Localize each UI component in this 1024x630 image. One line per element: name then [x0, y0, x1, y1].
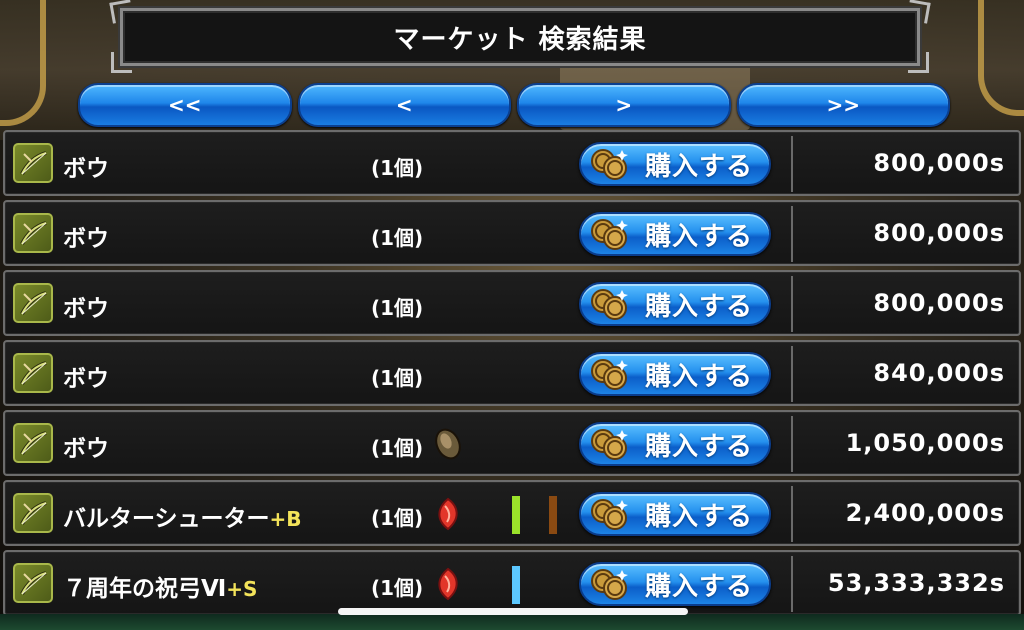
item-price: 800,000s	[873, 149, 1005, 177]
column-divider	[791, 346, 793, 402]
buy-button-label: 購入する	[645, 501, 754, 532]
item-price: 840,000s	[873, 359, 1005, 387]
right-ornament	[978, 0, 1024, 116]
coin-icon	[589, 427, 631, 461]
pagination-bar: << < > >>	[78, 83, 950, 127]
item-name: ７周年の祝弓Ⅵ+S	[63, 569, 257, 603]
buy-button[interactable]: 購入する	[579, 142, 771, 186]
coin-icon	[589, 567, 631, 601]
item-name: ボウ	[63, 429, 109, 463]
coin-icon	[589, 357, 631, 391]
column-divider	[791, 416, 793, 472]
bow-icon	[13, 283, 53, 323]
item-price: 800,000s	[873, 289, 1005, 317]
bow-icon	[13, 423, 53, 463]
item-name: ボウ	[63, 149, 109, 183]
title-bar: マーケット 検索結果	[109, 0, 931, 73]
corner-ornament	[109, 0, 134, 24]
list-item: ボウ (1個) 購入する 840,000s	[3, 340, 1021, 406]
last-page-button[interactable]: >>	[736, 83, 950, 127]
attribute-bar	[549, 496, 557, 534]
buy-button-label: 購入する	[645, 571, 754, 602]
list-item: バルターシューター+B (1個) 購入する 2,400,000s	[3, 480, 1021, 546]
item-quantity: (1個)	[371, 436, 424, 460]
bow-icon	[13, 563, 53, 603]
buy-button-label: 購入する	[645, 431, 754, 462]
column-divider	[791, 486, 793, 542]
list-item: ７周年の祝弓Ⅵ+S (1個) 購入する 53,333,332s	[3, 550, 1021, 614]
page-title: マーケット 検索結果	[393, 24, 647, 55]
bow-icon	[13, 143, 53, 183]
seed-gem-icon	[433, 426, 463, 462]
item-quantity: (1個)	[371, 156, 424, 180]
home-indicator[interactable]	[338, 608, 688, 615]
coin-icon	[589, 287, 631, 321]
red-gem-icon	[433, 566, 463, 602]
next-page-button[interactable]: >	[517, 83, 731, 127]
item-name-text: ボウ	[63, 366, 109, 392]
item-name-text: ボウ	[63, 226, 109, 252]
buy-button[interactable]: 購入する	[579, 212, 771, 256]
corner-ornament	[908, 52, 929, 73]
item-name-text: ボウ	[63, 156, 109, 182]
red-gem-icon	[433, 496, 463, 532]
item-name-text: ボウ	[63, 436, 109, 462]
coin-icon	[589, 147, 631, 181]
item-grade: +S	[226, 577, 258, 601]
bow-icon	[13, 493, 53, 533]
item-name-text: ７周年の祝弓Ⅵ	[63, 576, 227, 602]
corner-ornament	[906, 0, 931, 24]
coin-icon	[589, 217, 631, 251]
item-quantity: (1個)	[371, 226, 424, 250]
list-item: ボウ (1個) 購入する 1,050,000s	[3, 410, 1021, 476]
list-item: ボウ (1個) 購入する 800,000s	[3, 270, 1021, 336]
buy-button[interactable]: 購入する	[579, 352, 771, 396]
item-name: ボウ	[63, 219, 109, 253]
buy-button[interactable]: 購入する	[579, 492, 771, 536]
column-divider	[791, 276, 793, 332]
item-quantity: (1個)	[371, 296, 424, 320]
prev-page-button[interactable]: <	[297, 83, 511, 127]
item-price: 2,400,000s	[845, 499, 1005, 527]
buy-button-label: 購入する	[645, 221, 754, 252]
item-price: 53,333,332s	[827, 569, 1005, 597]
result-list: ボウ (1個) 購入する 800,000s ボウ (1個) 購入する 800,000s ボウ (1…	[3, 130, 1021, 614]
item-quantity: (1個)	[371, 366, 424, 390]
item-quantity: (1個)	[371, 576, 424, 600]
buy-button-label: 購入する	[645, 151, 754, 182]
item-name: バルターシューター+B	[63, 499, 302, 533]
item-price: 1,050,000s	[845, 429, 1005, 457]
first-page-button[interactable]: <<	[78, 83, 292, 127]
bottom-strip	[0, 614, 1024, 630]
item-name: ボウ	[63, 289, 109, 323]
column-divider	[791, 556, 793, 612]
coin-icon	[589, 497, 631, 531]
item-grade: +B	[269, 507, 302, 531]
item-name-text: ボウ	[63, 296, 109, 322]
item-name: ボウ	[63, 359, 109, 393]
buy-button[interactable]: 購入する	[579, 282, 771, 326]
corner-ornament	[111, 52, 132, 73]
attribute-bar	[512, 566, 520, 604]
list-item: ボウ (1個) 購入する 800,000s	[3, 200, 1021, 266]
column-divider	[791, 206, 793, 262]
attribute-bar	[512, 496, 520, 534]
item-quantity: (1個)	[371, 506, 424, 530]
bow-icon	[13, 353, 53, 393]
left-ornament	[0, 0, 46, 126]
buy-button[interactable]: 購入する	[579, 562, 771, 606]
bow-icon	[13, 213, 53, 253]
buy-button[interactable]: 購入する	[579, 422, 771, 466]
list-item: ボウ (1個) 購入する 800,000s	[3, 130, 1021, 196]
column-divider	[791, 136, 793, 192]
buy-button-label: 購入する	[645, 361, 754, 392]
buy-button-label: 購入する	[645, 291, 754, 322]
item-price: 800,000s	[873, 219, 1005, 247]
item-name-text: バルターシューター	[63, 506, 270, 532]
